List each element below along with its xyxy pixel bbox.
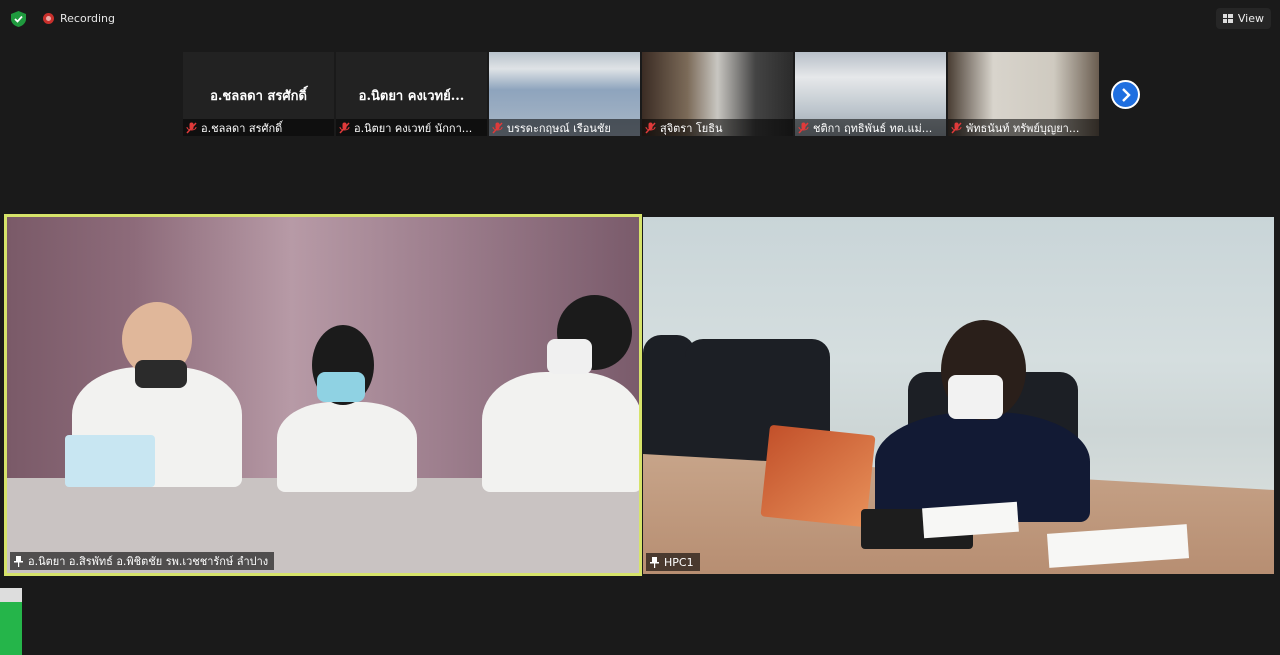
participant-thumbnail[interactable]: อ.ชลลดา สรศักดิ์ อ.ชลลดา สรศักดิ์ bbox=[183, 52, 334, 136]
pin-icon bbox=[650, 556, 659, 568]
participant-label: ชติกา ฤทธิพันธ์ ทต.แม่... bbox=[795, 119, 946, 136]
video-scene-person bbox=[482, 372, 639, 492]
side-panel-indicator-top bbox=[0, 588, 22, 602]
mic-muted-icon bbox=[186, 121, 197, 134]
participant-label: บรรดะกฤษณ์ เรือนชัย bbox=[489, 119, 640, 136]
video-scene-person bbox=[277, 402, 417, 492]
video-tile-name-tag: HPC1 bbox=[646, 553, 700, 571]
mic-muted-icon bbox=[951, 121, 962, 134]
video-scene-mask bbox=[135, 360, 187, 388]
participant-video-thumbnail[interactable]: สุจิตรา โยธิน bbox=[642, 52, 793, 136]
side-panel-indicator[interactable] bbox=[0, 588, 22, 655]
top-bar: Recording View bbox=[0, 0, 1280, 36]
video-scene-mask bbox=[948, 375, 1003, 419]
participant-display-name: อ.นิตยา คงเวทย์... bbox=[358, 89, 465, 104]
view-label: View bbox=[1237, 12, 1264, 25]
grid-view-icon bbox=[1222, 14, 1233, 23]
chevron-right-icon bbox=[1121, 87, 1131, 102]
mic-muted-icon bbox=[339, 121, 350, 134]
recording-indicator[interactable]: Recording bbox=[43, 12, 115, 25]
video-tile-active-speaker[interactable]: อ.นิตยา อ.สิรพัทธ์ อ.พิชิตชัย รพ.เวชชารั… bbox=[4, 214, 642, 576]
video-scene-mask bbox=[547, 339, 592, 374]
participant-video-thumbnail[interactable]: พัทธนันท์ ทรัพย์บุญยา... bbox=[948, 52, 1099, 136]
video-scene-tablet bbox=[760, 424, 876, 528]
video-tile-name-tag: อ.นิตยา อ.สิรพัทธ์ อ.พิชิตชัย รพ.เวชชารั… bbox=[10, 552, 275, 570]
participant-thumbnail[interactable]: อ.นิตยา คงเวทย์... อ.นิตยา คงเวทย์ นักกา… bbox=[336, 52, 487, 136]
participant-strip: อ.ชลลดา สรศักดิ์ อ.ชลลดา สรศักดิ์ อ.นิตย… bbox=[183, 52, 1099, 136]
participant-label: อ.ชลลดา สรศักดิ์ bbox=[183, 119, 334, 136]
recording-label: Recording bbox=[60, 12, 116, 25]
participant-label: พัทธนันท์ ทรัพย์บุญยา... bbox=[948, 119, 1099, 136]
participant-display-name: อ.ชลลดา สรศักดิ์ bbox=[210, 89, 307, 104]
next-page-button[interactable] bbox=[1111, 80, 1140, 109]
video-scene-mask bbox=[317, 372, 365, 402]
participant-video-thumbnail[interactable]: บรรดะกฤษณ์ เรือนชัย bbox=[489, 52, 640, 136]
participant-video-thumbnail[interactable]: ชติกา ฤทธิพันธ์ ทต.แม่... bbox=[795, 52, 946, 136]
video-scene-tablet bbox=[65, 435, 155, 487]
mic-muted-icon bbox=[798, 121, 809, 134]
mic-muted-icon bbox=[492, 121, 503, 134]
view-button[interactable]: View bbox=[1215, 8, 1271, 29]
shield-check-icon[interactable] bbox=[11, 11, 26, 27]
recording-dot-icon bbox=[43, 13, 54, 24]
video-tile[interactable]: HPC1 bbox=[643, 217, 1274, 574]
mic-muted-icon bbox=[645, 121, 656, 134]
participant-label: อ.นิตยา คงเวทย์ นักกา... bbox=[336, 119, 487, 136]
pin-icon bbox=[14, 555, 23, 567]
participant-label: สุจิตรา โยธิน bbox=[642, 119, 793, 136]
